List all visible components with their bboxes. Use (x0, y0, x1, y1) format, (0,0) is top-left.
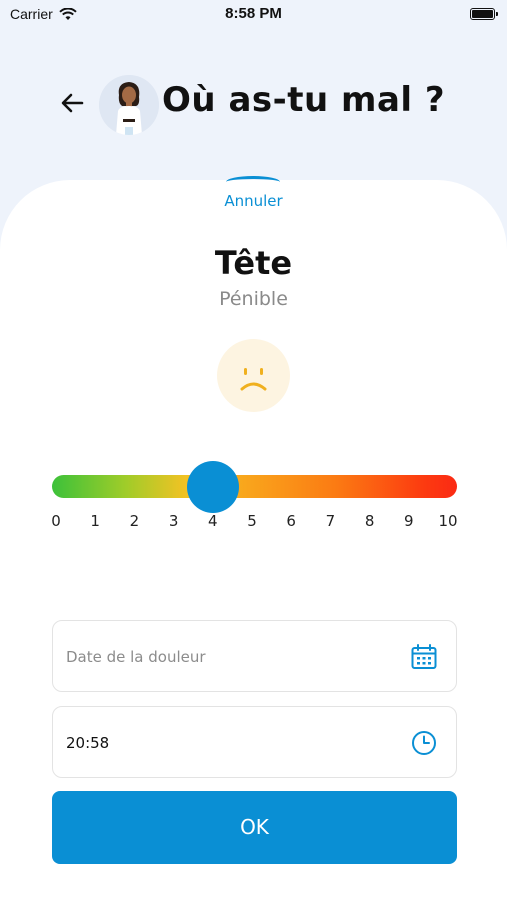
clock-icon[interactable] (410, 729, 438, 757)
avatar-illustration (99, 75, 159, 135)
ok-button[interactable]: OK (52, 791, 457, 864)
pain-date-placeholder: Date de la douleur (66, 648, 206, 666)
pain-scale-tick-6: 6 (286, 512, 296, 530)
pain-scale-tick-9: 9 (404, 512, 414, 530)
back-arrow-icon[interactable] (58, 88, 88, 118)
pain-time-value: 20:58 (66, 734, 110, 752)
pain-scale-tick-3: 3 (168, 512, 179, 530)
pain-scale-tick-7: 7 (325, 512, 336, 530)
status-bar: Carrier 8:58 PM (0, 0, 507, 30)
body-part-title: Tête (214, 244, 293, 282)
cancel-button[interactable]: Annuler (0, 192, 507, 210)
sad-face-icon (217, 339, 290, 412)
pain-level-label: Pénible (219, 288, 288, 310)
pain-slider-thumb[interactable] (186, 461, 239, 513)
sheet-handle[interactable] (226, 176, 280, 188)
pain-scale-tick-5: 5 (247, 512, 257, 530)
avatar (99, 75, 159, 135)
page-title: Où as-tu mal ? (162, 80, 446, 120)
pain-scale-tick-10: 10 (438, 512, 458, 530)
pain-date-field[interactable]: Date de la douleur (52, 620, 457, 692)
pain-slider-track[interactable] (52, 475, 457, 498)
calendar-icon[interactable] (410, 643, 438, 671)
pain-scale-tick-8: 8 (364, 512, 375, 530)
pain-scale-tick-2: 2 (129, 512, 140, 530)
pain-scale-tick-4: 4 (208, 512, 218, 530)
status-time: 8:58 PM (225, 5, 282, 22)
pain-scale-tick-1: 1 (90, 512, 100, 530)
pain-scale-tick-0: 0 (51, 512, 61, 530)
battery-icon (470, 8, 498, 20)
pain-time-field[interactable]: 20:58 (52, 706, 457, 778)
